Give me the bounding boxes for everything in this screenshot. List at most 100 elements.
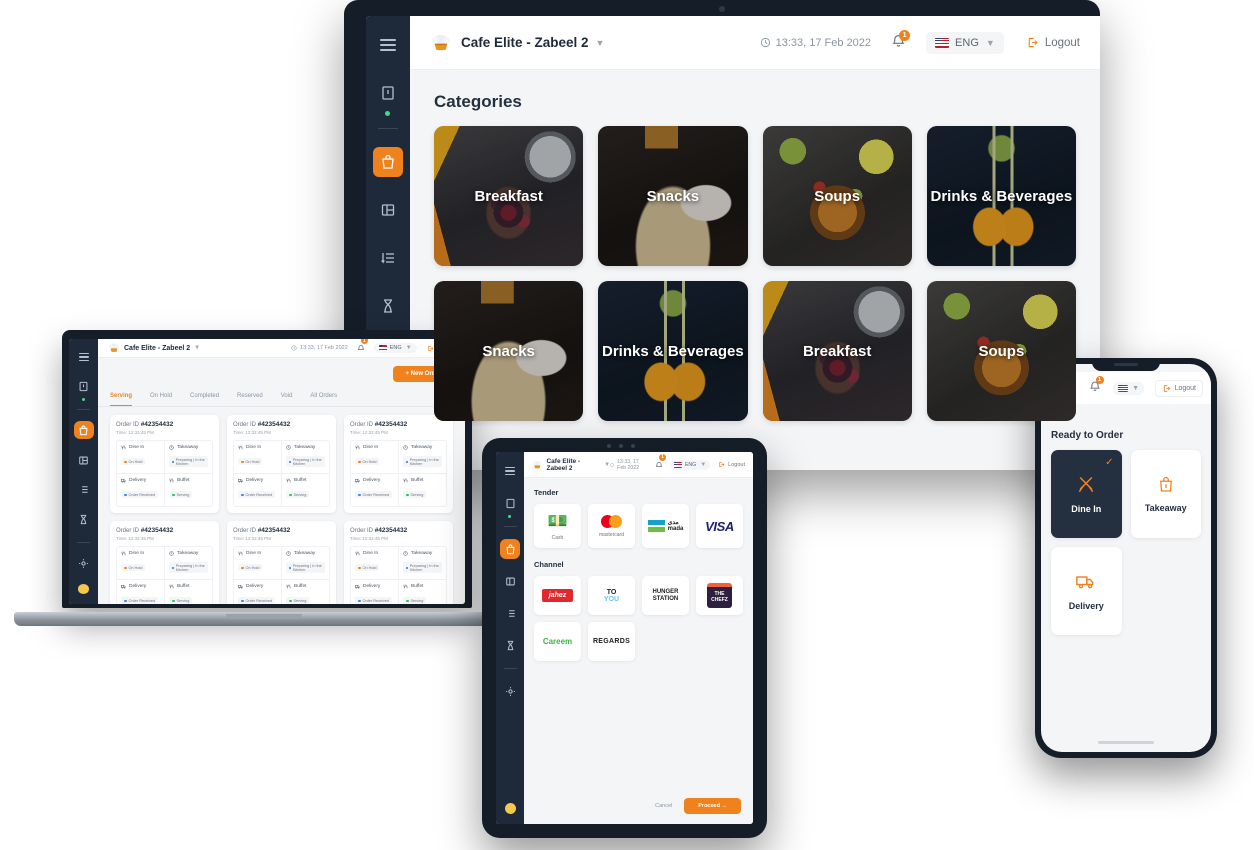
order-service-cell[interactable]: Dine In On Hold [234, 547, 281, 579]
brand-selector[interactable]: Cafe Elite - Zabeel 2 ▼ [430, 32, 604, 54]
order-service-cell[interactable]: Takeaway Preparing | In the Kitchen [165, 441, 212, 473]
order-card[interactable]: Order ID #42354432 Time: 12:32:45 PM Dine … [344, 521, 453, 604]
sidebar-item-menu-toggle[interactable] [74, 348, 94, 366]
tab-all-orders[interactable]: All Orders [310, 388, 337, 406]
order-card[interactable]: Order ID #42354432 Time: 12:32:45 PM Dine … [227, 415, 336, 513]
brand-selector[interactable]: Cafe Elite - Zabeel 2 ▼ [108, 342, 200, 354]
order-card[interactable]: Order ID #42354432 Time: 12:32:45 PM Dine … [344, 415, 453, 513]
order-service-cell[interactable]: Dine In On Hold [351, 441, 398, 473]
order-service-cell[interactable]: Delivery Order Received [117, 474, 164, 506]
sidebar-item-settings[interactable] [74, 554, 94, 572]
order-service-cell[interactable]: Dine In On Hold [117, 441, 164, 473]
channel-option-toyou[interactable]: TO YOU [588, 576, 635, 615]
order-service-cell[interactable]: Buffet Serving [399, 580, 446, 604]
order-card[interactable]: Order ID #42354432 Time: 12:32:45 PM Dine … [110, 415, 219, 513]
tab-reserved[interactable]: Reserved [237, 388, 263, 406]
tender-option-mada[interactable]: مدى mada [642, 504, 689, 548]
logout-button[interactable]: Logout [718, 461, 745, 468]
sidebar-item-list[interactable] [500, 603, 520, 623]
notifications-button[interactable]: 1 [1089, 376, 1104, 397]
avatar[interactable] [504, 803, 516, 814]
tab-on-hold[interactable]: On Hold [150, 388, 172, 406]
tab-completed[interactable]: Completed [190, 388, 219, 406]
page-title: Categories [434, 92, 522, 111]
notifications-button[interactable]: 1 [891, 29, 911, 53]
category-card[interactable]: Soups [762, 126, 912, 266]
sidebar-item-settings[interactable] [500, 681, 520, 701]
sidebar-item-tables[interactable] [74, 451, 94, 469]
category-card[interactable]: Breakfast [434, 126, 584, 266]
language-selector[interactable]: ENG ▼ [926, 31, 1004, 54]
order-service-cell[interactable]: Takeaway Preparing | In the Kitchen [282, 547, 329, 579]
order-service-cell[interactable]: Delivery Order Received [234, 580, 281, 604]
order-mode-takeaway[interactable]: Takeaway [1130, 450, 1201, 538]
sidebar-item-list[interactable] [74, 481, 94, 499]
logout-button[interactable]: Logout [1026, 36, 1080, 49]
channel-option-jahez[interactable]: jahez [534, 576, 581, 615]
order-service-cell[interactable]: Dine In On Hold [117, 547, 164, 579]
tab-void[interactable]: Void [281, 388, 293, 406]
category-card[interactable]: Drinks & Beverages [598, 281, 748, 421]
sidebar-item-menu-toggle[interactable] [500, 461, 520, 481]
avatar[interactable] [78, 584, 89, 595]
order-card[interactable]: Order ID #42354432 Time: 12:32:45 PM Dine … [227, 521, 336, 604]
sidebar-item-store[interactable] [74, 378, 94, 401]
tender-option-mastercard[interactable]: mastercard [588, 504, 635, 548]
channel-option-thechefz[interactable]: THE CHEFZ [696, 576, 743, 615]
sidebar-item-orders[interactable] [373, 147, 403, 177]
order-service-cell[interactable]: Delivery Order Received [351, 580, 398, 604]
order-service-cell[interactable]: Delivery Order Received [117, 580, 164, 604]
tender-option-cash[interactable]: 💵 Cash [534, 504, 581, 548]
notifications-button[interactable]: 1 [655, 453, 666, 474]
brand-selector[interactable]: Cafe Elite - Zabeel 2 ▼ [532, 458, 610, 472]
cancel-button[interactable]: Cancel [655, 803, 672, 809]
category-card[interactable]: Soups [926, 281, 1076, 421]
order-service-cell[interactable]: Buffet Serving [165, 580, 212, 604]
language-selector[interactable]: ENG ▼ [373, 343, 417, 353]
sidebar-item-orders[interactable] [73, 421, 94, 440]
order-service-cell[interactable]: Takeaway Preparing | In the Kitchen [165, 547, 212, 579]
order-service-cell[interactable]: Takeaway Preparing | In the Kitchen [399, 547, 446, 579]
category-card[interactable]: Breakfast [762, 281, 912, 421]
order-service-cell[interactable]: Buffet Serving [282, 474, 329, 506]
tender-option-visa[interactable]: VISA [696, 504, 743, 548]
notification-badge: 1 [658, 453, 666, 461]
notifications-button[interactable]: 1 [357, 339, 368, 357]
sidebar-item-pending[interactable] [373, 291, 403, 321]
language-selector[interactable]: ▼ [1113, 381, 1144, 395]
sidebar-item-pending[interactable] [500, 635, 520, 655]
proceed-button[interactable]: Proceed → [684, 798, 741, 814]
sidebar-item-store[interactable] [373, 78, 403, 116]
order-service-cell[interactable]: Delivery Order Received [234, 474, 281, 506]
category-card[interactable]: Drinks & Beverages [926, 126, 1076, 266]
order-service-cell[interactable]: Buffet Serving [399, 474, 446, 506]
sidebar-item-menu-toggle[interactable] [373, 30, 403, 60]
order-service-cell[interactable]: Takeaway Preparing | In the Kitchen [399, 441, 446, 473]
sidebar-item-orders[interactable] [500, 539, 520, 559]
channel-option-hungerstation[interactable]: HUNGER STATION [642, 576, 689, 615]
order-service-cell[interactable]: Delivery Order Received [351, 474, 398, 506]
sidebar-item-store[interactable] [500, 493, 520, 518]
order-service-cell[interactable]: Buffet Serving [165, 474, 212, 506]
order-mode-dine-in[interactable]: ✓ Dine In [1051, 450, 1122, 538]
sidebar-item-list[interactable] [373, 243, 403, 273]
order-service-cell[interactable]: Takeaway Preparing | In the Kitchen [282, 441, 329, 473]
language-selector[interactable]: ENG ▼ [669, 459, 711, 470]
channel-option-regards[interactable]: REGARDS [588, 622, 635, 661]
category-card[interactable]: Snacks [598, 126, 748, 266]
logout-button[interactable]: Logout [1154, 379, 1203, 397]
sidebar-item-tables[interactable] [500, 571, 520, 591]
tab-serving[interactable]: Serving [110, 388, 133, 406]
order-service-cell[interactable]: Buffet Serving [282, 580, 329, 604]
channel-grid: jahez TO YOU HUNGER STATION THE CHEFZ Careem REG… [534, 576, 743, 661]
sidebar-item-tables[interactable] [373, 195, 403, 225]
clock-icon [610, 462, 614, 467]
order-service-cell[interactable]: Dine In On Hold [234, 441, 281, 473]
order-mode-delivery[interactable]: Delivery [1051, 547, 1122, 635]
sidebar-item-pending[interactable] [74, 511, 94, 529]
category-card[interactable]: Snacks [434, 281, 584, 421]
channel-option-careem[interactable]: Careem [534, 622, 581, 661]
order-service-cell[interactable]: Dine In On Hold [351, 547, 398, 579]
status-badge-label: On Hold [362, 565, 377, 570]
order-card[interactable]: Order ID #42354432 Time: 12:32:45 PM Dine … [110, 521, 219, 604]
